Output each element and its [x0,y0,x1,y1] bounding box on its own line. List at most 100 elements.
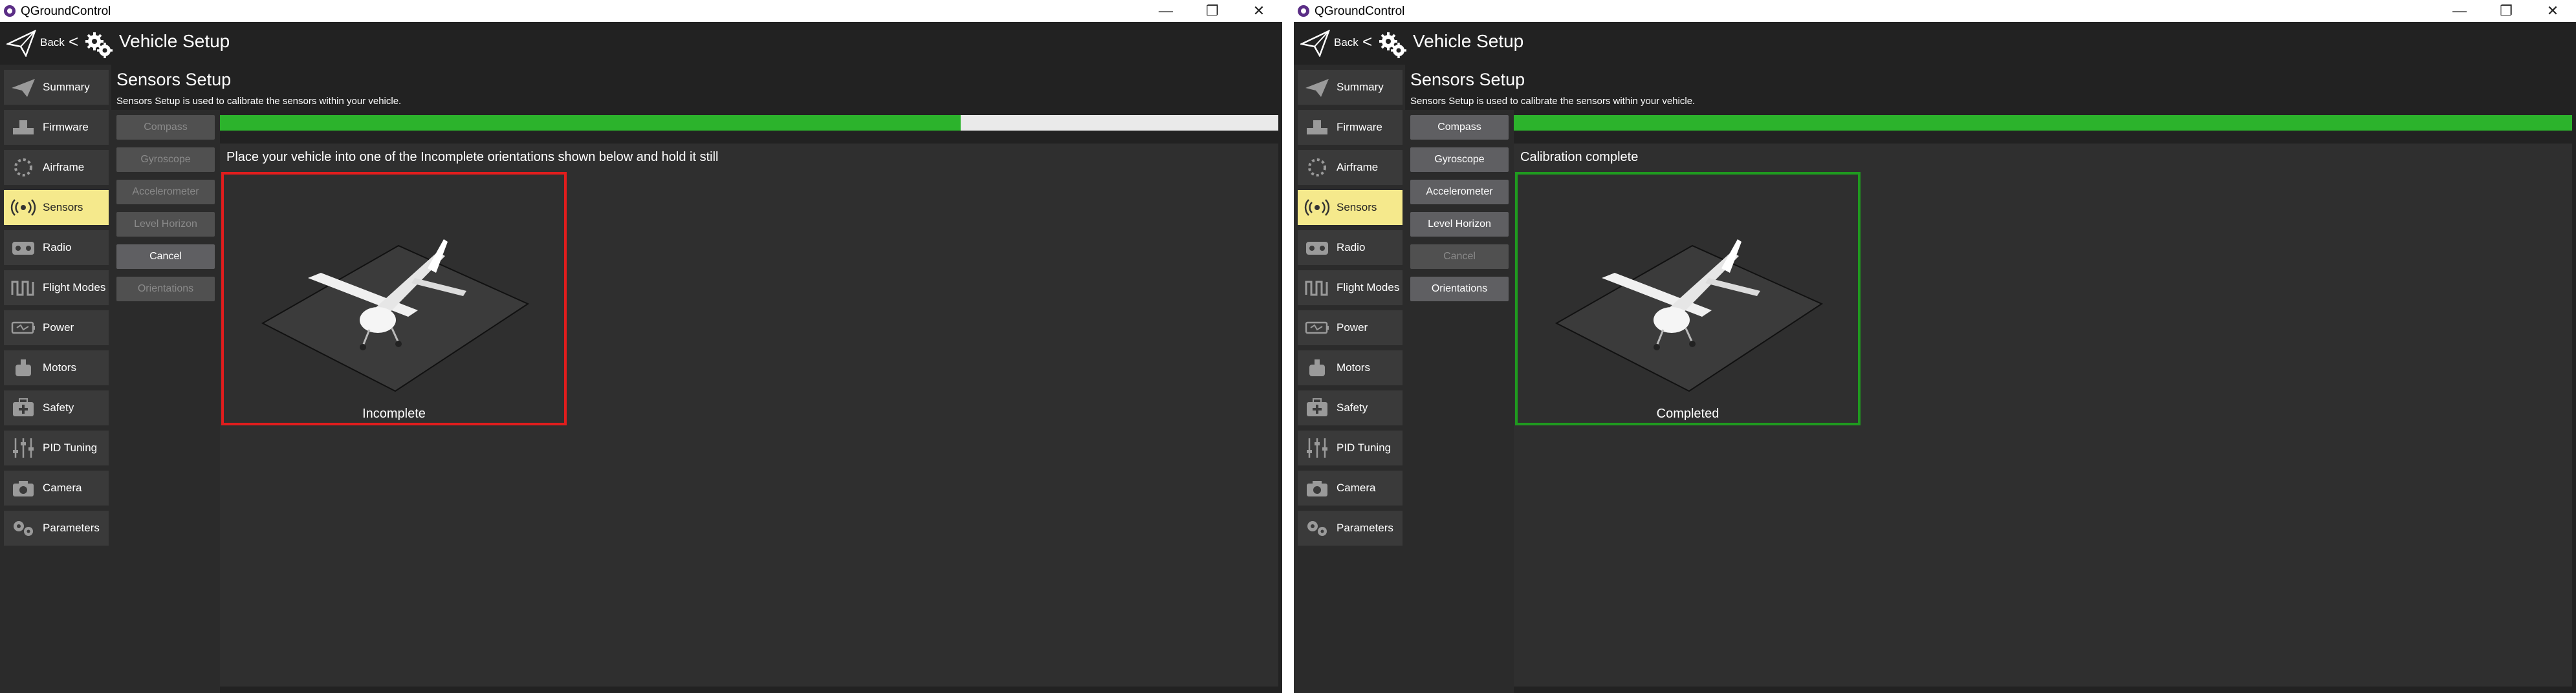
gyroscope-button[interactable]: Gyroscope [1410,147,1509,172]
sidebar-item-label: Flight Modes [43,281,106,293]
window-title: QGroundControl [1315,5,1405,18]
power-icon [11,321,35,334]
gyroscope-button[interactable]: Gyroscope [116,147,215,172]
paper-plane-back-icon[interactable] [1300,30,1330,57]
sidebar-item-summary[interactable]: Summary [4,70,109,105]
sidebar-item-power[interactable]: Power [4,310,109,345]
sidebar-item-label: Motors [43,361,76,374]
compass-button[interactable]: Compass [116,115,215,140]
toolbar: Back < Vehicle Setup [0,22,1282,65]
qgc-app-icon [1298,5,1309,17]
sidebar-item-label: Summary [1337,81,1384,93]
sidebar-item-label: Safety [1337,401,1368,414]
calibration-panel: Place your vehicle into one of the Incom… [220,144,1278,687]
sidebar-item-firmware[interactable]: Firmware [4,110,109,145]
calibration-instruction: Calibration complete [1520,150,1639,164]
sidebar-item-label: Safety [43,401,74,414]
sidebar-item-label: Power [43,321,74,334]
sidebar-item-label: Power [1337,321,1368,334]
sidebar-item-label: PID Tuning [43,442,98,454]
sensors-icon [1304,199,1330,216]
sidebar-item-label: PID Tuning [1337,442,1392,454]
sidebar-item-label: Radio [1337,241,1366,253]
power-icon [1305,321,1329,334]
sidebar-item-motors[interactable]: Motors [1298,350,1403,385]
restore-button[interactable]: ❐ [1189,0,1236,22]
sidebar-item-label: Firmware [1337,121,1382,133]
sensors-title: Sensors Setup [1410,70,1525,89]
orientations-button[interactable]: Orientations [116,277,215,301]
firmware-icon [13,120,34,134]
sidebar-item-summary[interactable]: Summary [1298,70,1403,105]
radio-icon [1306,242,1328,255]
progress-fill [220,115,961,131]
sidebar-item-label: Radio [43,241,72,253]
motors-icon [1309,359,1325,376]
sidebar-item-label: Airframe [43,161,85,173]
sidebar-item-motors[interactable]: Motors [4,350,109,385]
level-horizon-button[interactable]: Level Horizon [1410,212,1509,237]
sidebar-item-safety[interactable]: Safety [1298,390,1403,425]
sidebar-item-label: Firmware [43,121,89,133]
sidebar-item-sensors[interactable]: Sensors [1298,190,1403,225]
pid-tuning-icon [1307,438,1327,458]
sidebar-item-power[interactable]: Power [1298,310,1403,345]
sidebar-item-label: Sensors [1337,201,1377,213]
orientations-button[interactable]: Orientations [1410,277,1509,301]
airplane-image [1555,239,1824,392]
calibration-progress-bar [220,115,1278,131]
sidebar-item-flight-modes[interactable]: Flight Modes [1298,270,1403,305]
page-title: Vehicle Setup [119,31,230,51]
compass-button[interactable]: Compass [1410,115,1509,140]
sidebar-item-pid-tuning[interactable]: PID Tuning [4,431,109,465]
minimize-button[interactable]: — [2436,0,2483,22]
sidebar-item-parameters[interactable]: Parameters [1298,511,1403,546]
title-bar: QGroundControl — ❐ ✕ [0,0,1282,22]
restore-button[interactable]: ❐ [2483,0,2529,22]
pid-tuning-icon [13,438,34,458]
sidebar-item-parameters[interactable]: Parameters [4,511,109,546]
sidebar-item-safety[interactable]: Safety [4,390,109,425]
accelerometer-button[interactable]: Accelerometer [116,180,215,204]
camera-icon [13,481,34,496]
calibration-buttons: Compass Gyroscope Accelerometer Level Ho… [111,110,220,693]
orientation-status: Completed [1656,407,1719,421]
flight-modes-icon [11,281,34,296]
sensors-subtitle: Sensors Setup is used to calibrate the s… [116,96,402,107]
radio-icon [12,242,34,255]
sidebar-item-firmware[interactable]: Firmware [1298,110,1403,145]
setup-sidebar: Summary Firmware Airframe Sensors Radio … [1294,65,1405,693]
sidebar-item-airframe[interactable]: Airframe [1298,150,1403,185]
sidebar-item-label: Camera [43,482,82,494]
cancel-button[interactable]: Cancel [1410,244,1509,269]
paper-plane-icon [12,79,35,97]
cancel-button[interactable]: Cancel [116,244,215,269]
sidebar-item-radio[interactable]: Radio [1298,230,1403,265]
gears-icon [1379,32,1406,58]
back-button[interactable]: Back [40,36,65,49]
orientation-tile: Incomplete [221,172,567,425]
accelerometer-button[interactable]: Accelerometer [1410,180,1509,204]
sidebar-item-airframe[interactable]: Airframe [4,150,109,185]
orientation-tile: Completed [1515,172,1861,425]
sensors-content: Sensors Setup Sensors Setup is used to c… [111,65,1282,693]
sensors-icon [10,199,36,216]
calibration-progress-bar [1514,115,2572,131]
sidebar-item-camera[interactable]: Camera [1298,471,1403,506]
toolbar: Back < Vehicle Setup [1294,22,2576,65]
paper-plane-back-icon[interactable] [6,30,36,57]
sidebar-item-pid-tuning[interactable]: PID Tuning [1298,431,1403,465]
minimize-button[interactable]: — [1142,0,1189,22]
parameters-icon [14,521,33,536]
safety-icon [13,398,34,416]
paper-plane-icon [1305,79,1329,97]
sidebar-item-flight-modes[interactable]: Flight Modes [4,270,109,305]
close-button[interactable]: ✕ [1236,0,1282,22]
sidebar-item-camera[interactable]: Camera [4,471,109,506]
close-button[interactable]: ✕ [2529,0,2576,22]
sidebar-item-sensors[interactable]: Sensors [4,190,109,225]
sidebar-item-radio[interactable]: Radio [4,230,109,265]
sidebar-item-label: Airframe [1337,161,1379,173]
level-horizon-button[interactable]: Level Horizon [116,212,215,237]
back-button[interactable]: Back [1334,36,1359,49]
